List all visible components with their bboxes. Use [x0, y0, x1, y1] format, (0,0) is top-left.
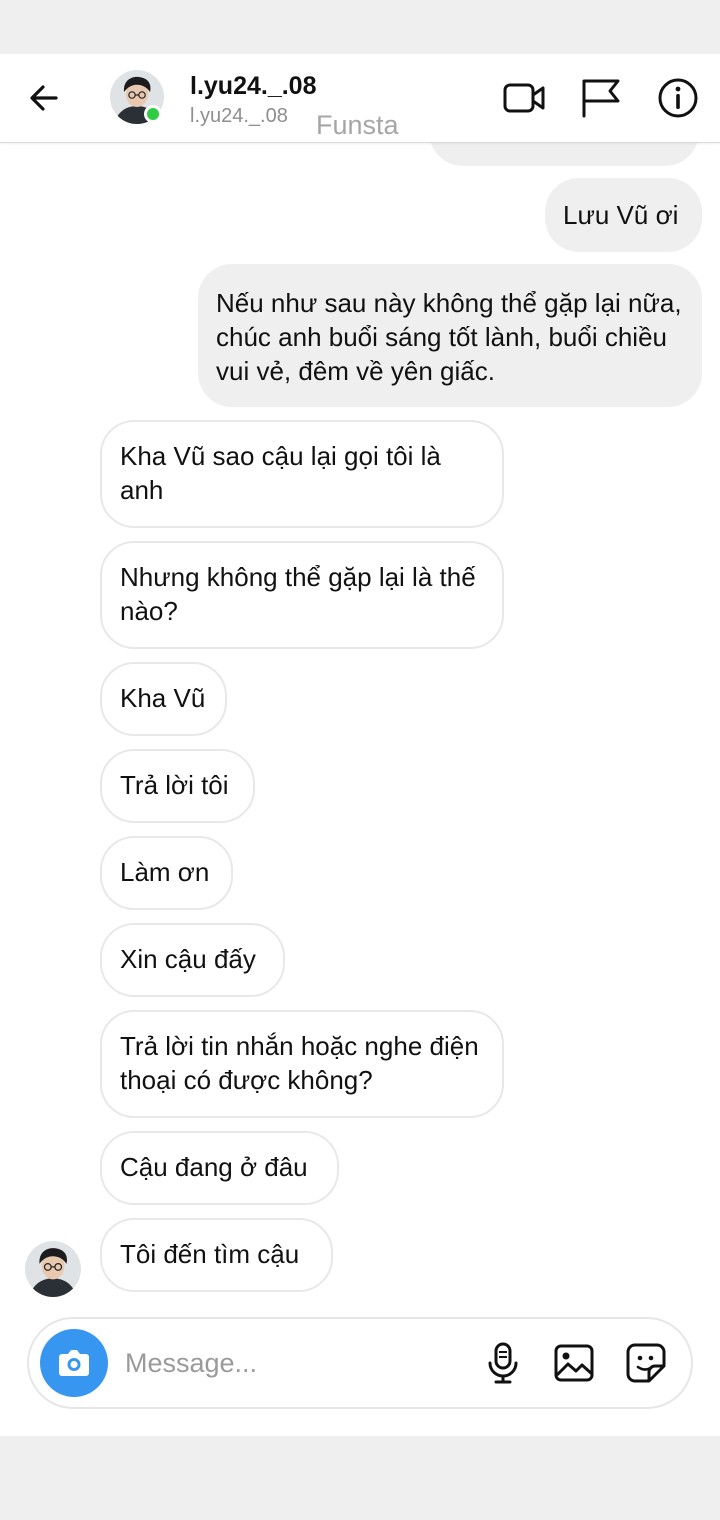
online-status-dot: [144, 105, 162, 123]
video-camera-icon: [503, 83, 545, 113]
message-bubble-received[interactable]: Kha Vũ: [100, 662, 227, 736]
message-bubble-received[interactable]: Tôi đến tìm cậu: [100, 1218, 333, 1292]
image-icon: [554, 1344, 594, 1382]
chat-screen: l.yu24._.08 l.yu24._.08 Funsta Lưu Vũ ơi…: [0, 54, 720, 1436]
message-input[interactable]: [125, 1343, 455, 1383]
contact-username[interactable]: l.yu24._.08: [190, 72, 316, 101]
message-bubble-sent[interactable]: Lưu Vũ ơi: [545, 178, 702, 252]
info-button[interactable]: [656, 76, 700, 120]
message-bubble-received[interactable]: Trả lời tôi: [100, 749, 255, 823]
sticker-button[interactable]: [624, 1341, 668, 1385]
sender-avatar[interactable]: [25, 1241, 81, 1297]
message-bubble-received[interactable]: Làm ơn: [100, 836, 233, 910]
sticker-icon: [626, 1343, 666, 1383]
message-bubble-received[interactable]: Xin cậu đấy: [100, 923, 285, 997]
message-bubble-received[interactable]: Nhưng không thể gặp lại là thế nào?: [100, 541, 504, 649]
watermark-text: Funsta: [316, 110, 399, 140]
microphone-icon: [488, 1342, 518, 1384]
message-bubble-received[interactable]: Trả lời tin nhắn hoặc nghe điện thoại có…: [100, 1010, 504, 1118]
message-bubble-sent[interactable]: Nếu như sau này không thể gặp lại nữa, c…: [198, 264, 702, 407]
flag-icon: [582, 79, 620, 118]
message-composer: [27, 1317, 693, 1409]
camera-button[interactable]: [40, 1329, 108, 1397]
chat-header: l.yu24._.08 l.yu24._.08 Funsta: [0, 54, 720, 143]
voice-message-button[interactable]: [481, 1341, 525, 1385]
camera-icon: [59, 1350, 89, 1376]
message-bubble-received[interactable]: Kha Vũ sao cậu lại gọi tôi là anh: [100, 420, 504, 528]
gallery-button[interactable]: [552, 1341, 596, 1385]
arrow-left-icon: [30, 85, 58, 111]
back-button[interactable]: [26, 80, 62, 116]
message-bubble-received[interactable]: Cậu đang ở đâu: [100, 1131, 339, 1205]
info-icon: [658, 78, 698, 118]
video-call-button[interactable]: [502, 76, 546, 120]
contact-subtitle: l.yu24._.08: [190, 105, 288, 127]
report-button[interactable]: [578, 76, 622, 120]
